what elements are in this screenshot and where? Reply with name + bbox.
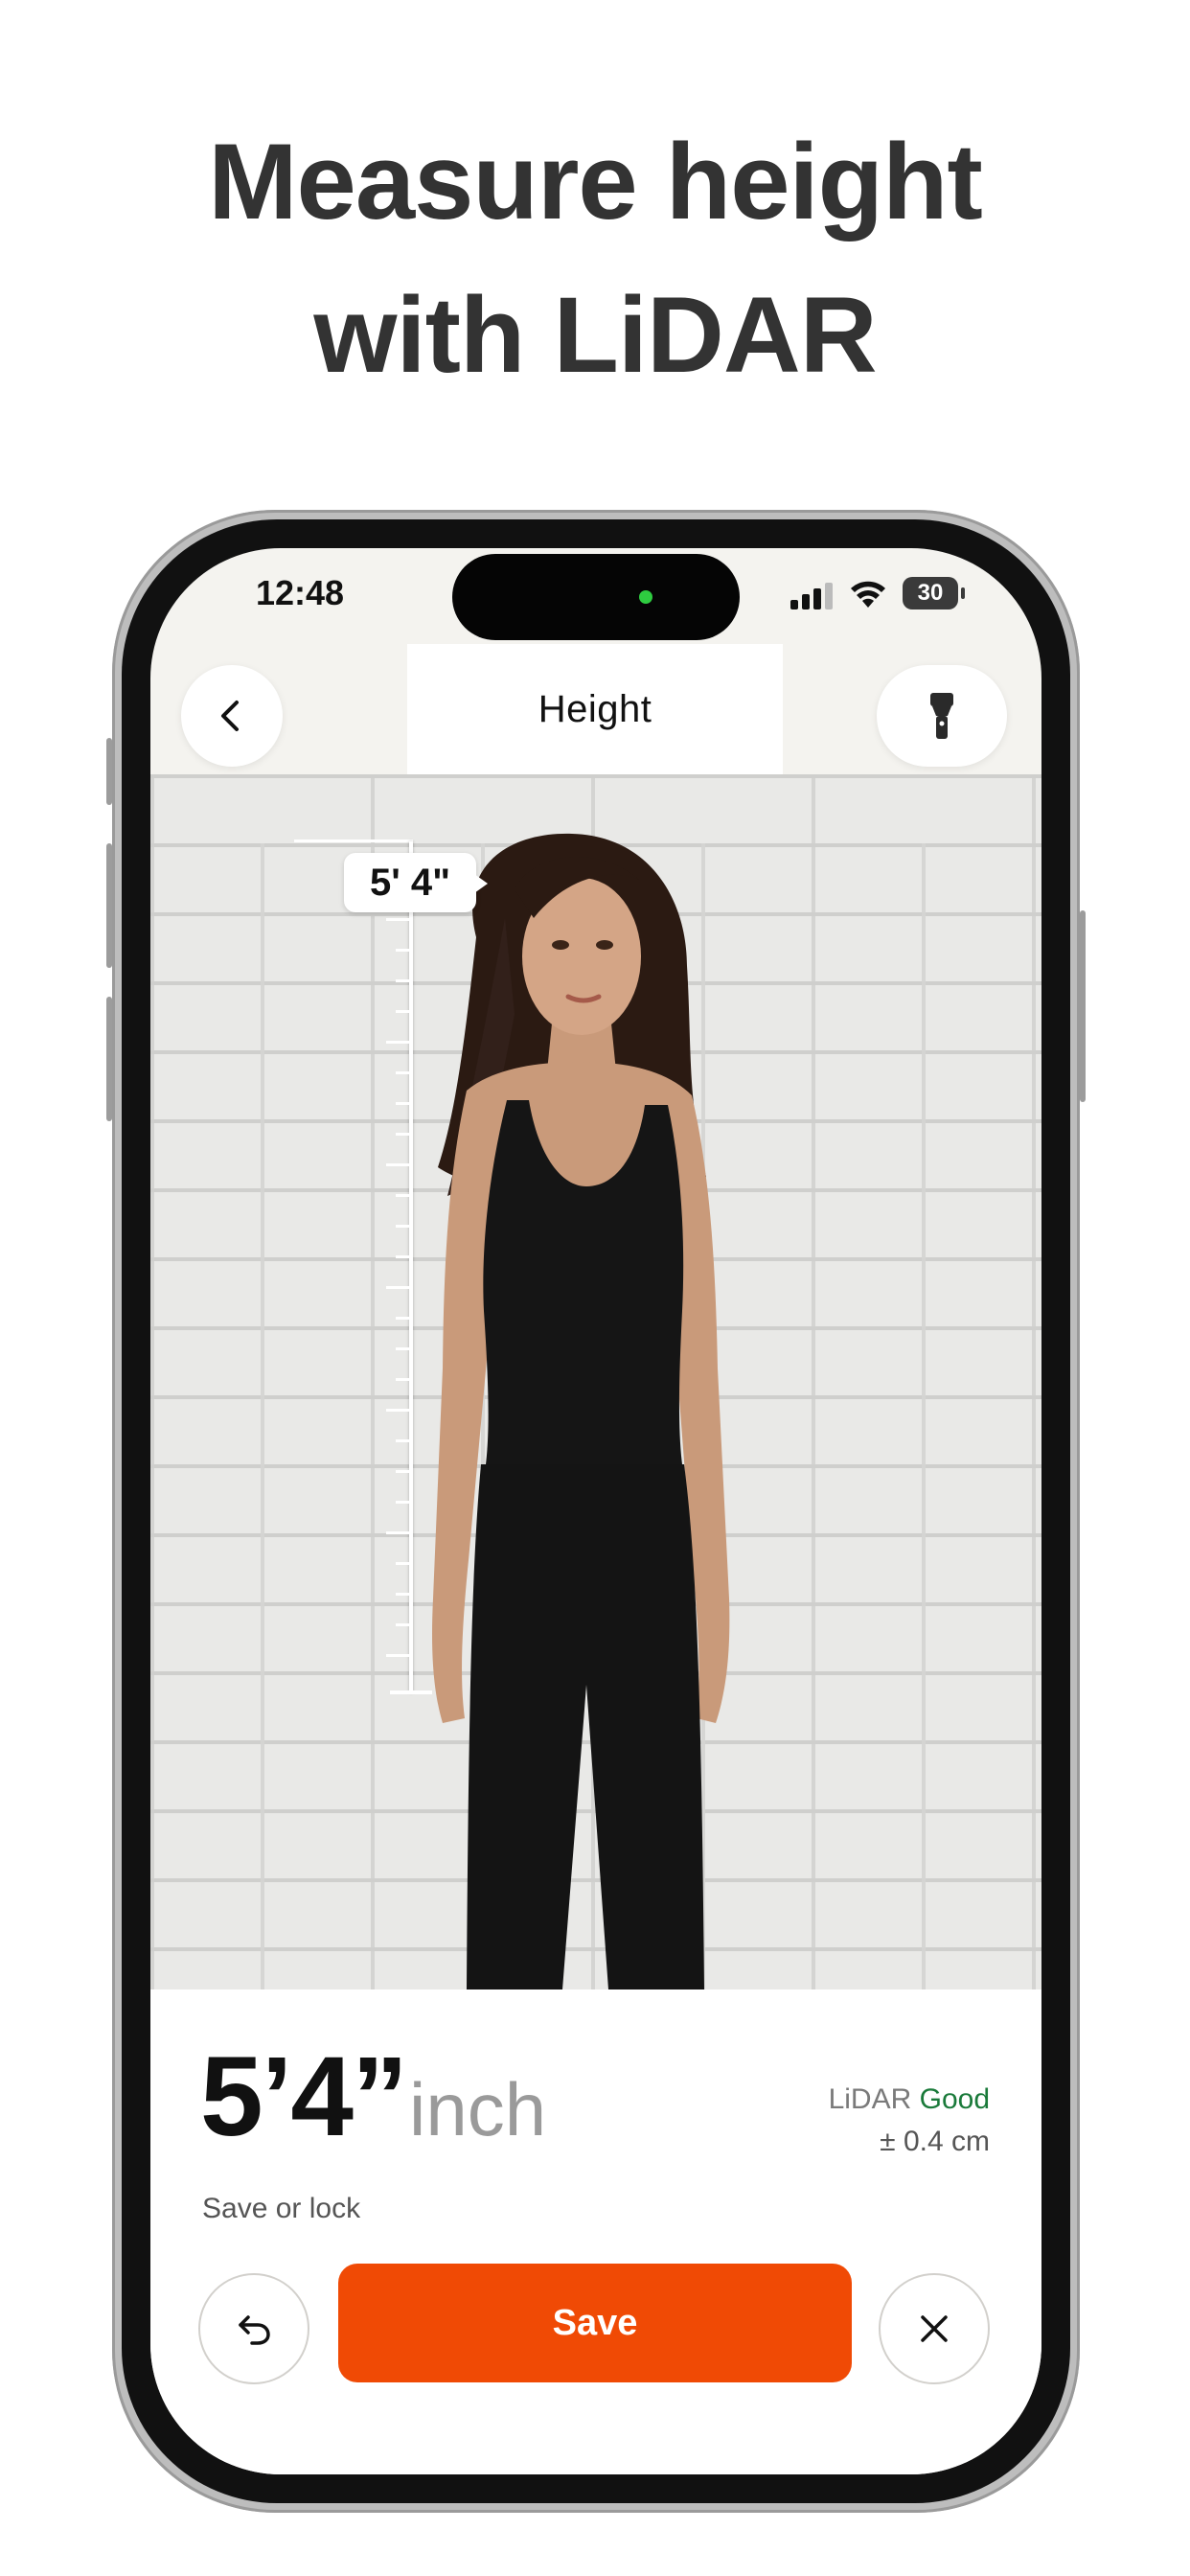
ruler-tick [396, 1102, 411, 1105]
height-badge: 5' 4" [344, 853, 488, 912]
phone-screen: 12:48 30 Height 5' 4" 5’4” inch LiDAR Go… [150, 548, 1041, 2474]
battery-icon: 30 [903, 577, 965, 610]
status-time: 12:48 [256, 573, 345, 612]
ruler-tick [396, 949, 411, 952]
ruler-tick [396, 1501, 411, 1504]
chevron-left-icon [221, 701, 239, 731]
ruler-tick [396, 1470, 411, 1473]
volume-up-button [106, 843, 112, 968]
lidar-quality: Good [919, 2083, 990, 2115]
ruler-tick [396, 1623, 411, 1626]
ruler-tick [396, 979, 411, 982]
ruler-tick [386, 1163, 411, 1166]
ruler-base-marker [390, 1690, 432, 1694]
close-button[interactable] [879, 2273, 990, 2384]
dynamic-island [452, 554, 740, 640]
ruler-tick [396, 1593, 411, 1596]
back-button[interactable] [181, 665, 283, 767]
ruler-tick [386, 1654, 411, 1657]
flashlight-button[interactable] [877, 665, 1007, 767]
lidar-label: LiDAR [828, 2083, 912, 2115]
camera-view[interactable]: 5' 4" [150, 774, 1041, 1990]
person-photo [432, 833, 730, 1990]
undo-icon [239, 2315, 270, 2345]
ruler-top-marker [294, 840, 413, 842]
save-button[interactable]: Save [338, 2264, 852, 2382]
result-sheet: 5’4” inch LiDAR Good ± 0.4 cm Save or lo… [150, 1990, 1041, 2474]
ruler-tick [396, 1194, 411, 1197]
accuracy-value: ± 0.4 cm [880, 2126, 990, 2157]
measured-height-unit: inch [409, 2067, 547, 2151]
ruler-tick [396, 1439, 411, 1442]
headline-line-1: Measure height [208, 122, 983, 242]
volume-down-button [106, 997, 112, 1121]
ruler-tick [386, 1531, 411, 1534]
ruler-tick [396, 1225, 411, 1228]
cellular-signal-icon [790, 583, 833, 610]
hint-text: Save or lock [202, 2193, 361, 2224]
ruler-tick [386, 918, 411, 921]
camera-indicator-dot [639, 590, 652, 604]
nav-title-container: Height [407, 644, 783, 774]
battery-level: 30 [917, 580, 944, 606]
power-button [1080, 910, 1086, 1102]
ruler-tick [396, 1347, 411, 1350]
wifi-icon [851, 581, 885, 608]
ruler-tick [396, 1562, 411, 1565]
lidar-status: LiDAR Good [829, 2083, 990, 2116]
action-button [106, 738, 112, 805]
ruler-tick [386, 1041, 411, 1044]
ruler-tick [396, 1317, 411, 1320]
ruler-tick [386, 1286, 411, 1289]
flashlight-icon [930, 693, 953, 739]
close-icon [921, 2315, 948, 2342]
undo-button[interactable] [198, 2273, 309, 2384]
headline-line-2: with LiDAR [313, 275, 877, 395]
ruler-tick [386, 1409, 411, 1412]
ruler-tick [396, 1010, 411, 1013]
measured-height-value: 5’4” [200, 2034, 408, 2160]
ruler-tick [396, 1255, 411, 1258]
ruler-tick [396, 1071, 411, 1074]
ruler-tick [396, 1378, 411, 1381]
ruler-tick [396, 1133, 411, 1136]
page-title: Height [538, 687, 652, 730]
marketing-headline: Measure height with LiDAR [0, 105, 1190, 412]
